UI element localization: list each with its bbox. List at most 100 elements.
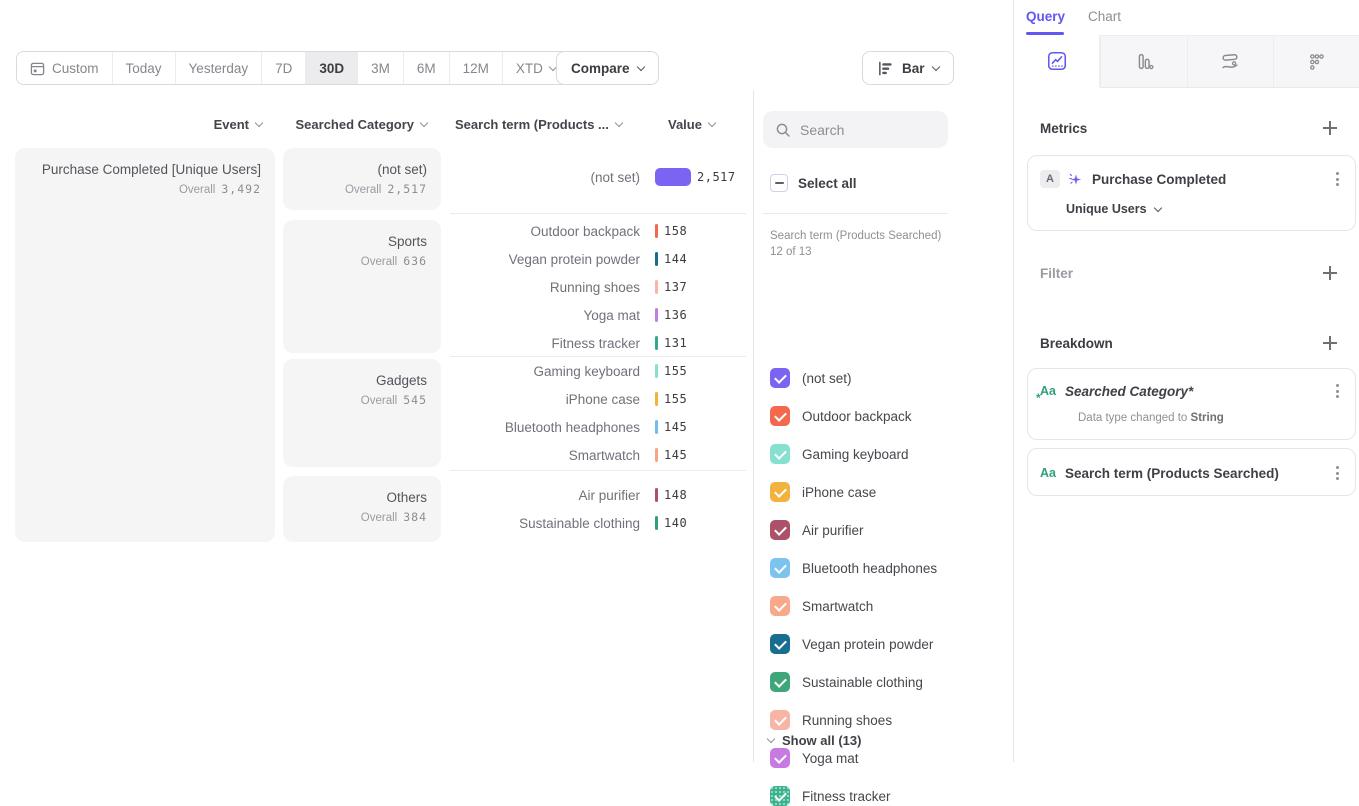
legend-checkbox[interactable] bbox=[770, 520, 790, 540]
chart-row[interactable]: Smartwatch 145 bbox=[450, 441, 746, 469]
metric-card[interactable]: A Purchase Completed Unique Users bbox=[1027, 155, 1356, 231]
date-range-7d[interactable]: 7D bbox=[261, 52, 305, 84]
breakdown-note: Data type changed to String bbox=[1078, 412, 1224, 424]
chart-row[interactable]: Outdoor backpack 158 bbox=[450, 217, 746, 245]
chevron-down-icon bbox=[420, 119, 428, 127]
value-bar[interactable] bbox=[655, 252, 658, 266]
legend-checkbox[interactable] bbox=[770, 672, 790, 692]
chevron-down-icon bbox=[931, 62, 939, 70]
legend-item[interactable]: Running shoes bbox=[770, 710, 892, 730]
select-all-row[interactable]: Select all bbox=[770, 174, 857, 192]
breakdown-name: Searched Category* bbox=[1065, 384, 1193, 399]
legend-item[interactable]: Fitness tracker bbox=[770, 786, 891, 806]
value-bar[interactable] bbox=[655, 280, 658, 294]
tab-chart[interactable]: Chart bbox=[1088, 9, 1121, 24]
date-range-today[interactable]: Today bbox=[112, 52, 175, 84]
measure-dropdown[interactable]: Unique Users bbox=[1066, 202, 1161, 216]
value-bar[interactable] bbox=[655, 308, 658, 322]
date-range-6m[interactable]: 6M bbox=[403, 52, 449, 84]
value-bar[interactable] bbox=[655, 392, 658, 406]
breakdown-heading: Breakdown bbox=[1040, 334, 1338, 352]
legend-checkbox[interactable] bbox=[770, 558, 790, 578]
legend-item[interactable]: Sustainable clothing bbox=[770, 672, 923, 692]
legend-item[interactable]: iPhone case bbox=[770, 482, 876, 502]
kebab-menu-icon[interactable] bbox=[1332, 170, 1343, 188]
metric-letter-badge: A bbox=[1040, 170, 1060, 188]
kebab-menu-icon[interactable] bbox=[1332, 464, 1343, 482]
value-bar[interactable] bbox=[655, 224, 658, 238]
legend-item[interactable]: Vegan protein powder bbox=[770, 634, 933, 654]
tab-funnels[interactable] bbox=[1100, 35, 1186, 88]
chart-row[interactable]: Sustainable clothing 140 bbox=[450, 509, 746, 537]
value-bar[interactable] bbox=[655, 168, 691, 186]
add-filter-button[interactable] bbox=[1322, 265, 1338, 281]
legend-checkbox[interactable] bbox=[770, 710, 790, 730]
legend-checkbox[interactable] bbox=[770, 634, 790, 654]
tab-retention[interactable] bbox=[1273, 35, 1359, 88]
category-cell-gadgets[interactable]: Gadgets Overall545 bbox=[283, 359, 441, 467]
chart-row[interactable]: Running shoes 137 bbox=[450, 273, 746, 301]
legend-item[interactable]: Outdoor backpack bbox=[770, 406, 912, 426]
date-range-custom[interactable]: Custom bbox=[17, 52, 112, 84]
legend-item[interactable]: Bluetooth headphones bbox=[770, 558, 937, 578]
value-bar[interactable] bbox=[655, 488, 658, 502]
date-range-3m[interactable]: 3M bbox=[357, 52, 403, 84]
add-metric-button[interactable] bbox=[1322, 120, 1338, 136]
legend-checkbox[interactable] bbox=[770, 368, 790, 388]
kebab-menu-icon[interactable] bbox=[1332, 382, 1343, 400]
filter-heading: Filter bbox=[1040, 264, 1338, 282]
tab-flows[interactable] bbox=[1187, 35, 1273, 88]
chart-type-button[interactable]: Bar bbox=[862, 51, 954, 85]
legend-checkbox[interactable] bbox=[770, 786, 790, 806]
date-range-30d[interactable]: 30D bbox=[305, 52, 357, 84]
legend-checkbox[interactable] bbox=[770, 748, 790, 768]
select-all-checkbox[interactable] bbox=[770, 174, 788, 192]
value-bar[interactable] bbox=[655, 448, 658, 462]
add-breakdown-button[interactable] bbox=[1322, 335, 1338, 351]
column-header-value[interactable]: Value bbox=[668, 117, 715, 132]
chart-row[interactable]: (not set) 2,517 bbox=[450, 163, 746, 191]
category-cell-others[interactable]: Others Overall384 bbox=[283, 476, 441, 542]
category-cell-sports[interactable]: Sports Overall636 bbox=[283, 220, 441, 353]
breakdown-name: Search term (Products Searched) bbox=[1065, 466, 1279, 481]
breakdown-card-searched-category[interactable]: Aa* Searched Category* Data type changed… bbox=[1027, 368, 1356, 440]
column-header-event[interactable]: Event bbox=[15, 117, 262, 132]
legend-item[interactable]: (not set) bbox=[770, 368, 852, 388]
legend-panel: Search Select all Search term (Products … bbox=[753, 90, 1013, 762]
column-header-searched-category[interactable]: Searched Category bbox=[283, 117, 427, 132]
date-range-yesterday[interactable]: Yesterday bbox=[175, 52, 262, 84]
date-range-12m[interactable]: 12M bbox=[449, 52, 502, 84]
event-cell[interactable]: Purchase Completed [Unique Users] Overal… bbox=[15, 148, 275, 542]
chart-row[interactable]: Fitness tracker 131 bbox=[450, 329, 746, 357]
legend-item[interactable]: Yoga mat bbox=[770, 748, 859, 768]
value-bar[interactable] bbox=[655, 420, 658, 434]
chart-row[interactable]: Vegan protein powder 144 bbox=[450, 245, 746, 273]
legend-item[interactable]: Gaming keyboard bbox=[770, 444, 909, 464]
compare-button[interactable]: Compare bbox=[556, 51, 659, 85]
show-all-button[interactable]: Show all (13) bbox=[768, 733, 861, 748]
value-bar[interactable] bbox=[655, 364, 658, 378]
funnel-bars-icon bbox=[1133, 51, 1155, 73]
category-cell-not-set[interactable]: (not set) Overall2,517 bbox=[283, 148, 441, 210]
chart-row[interactable]: iPhone case 155 bbox=[450, 385, 746, 413]
search-input[interactable]: Search bbox=[763, 111, 948, 148]
legend-item[interactable]: Smartwatch bbox=[770, 596, 873, 616]
value-bar[interactable] bbox=[655, 516, 658, 530]
breakdown-card-search-term[interactable]: Aa Search term (Products Searched) bbox=[1027, 448, 1356, 496]
event-sparkle-icon bbox=[1067, 171, 1084, 188]
legend-item[interactable]: Air purifier bbox=[770, 520, 864, 540]
chart-row[interactable]: Bluetooth headphones 145 bbox=[450, 413, 746, 441]
legend-checkbox[interactable] bbox=[770, 406, 790, 426]
chart-row[interactable]: Air purifier 148 bbox=[450, 481, 746, 509]
value-bar[interactable] bbox=[655, 336, 658, 350]
legend-checkbox[interactable] bbox=[770, 444, 790, 464]
legend-checkbox[interactable] bbox=[770, 482, 790, 502]
search-icon bbox=[775, 122, 791, 138]
column-header-search-term[interactable]: Search term (Products ... bbox=[455, 117, 622, 132]
chart-row[interactable]: Gaming keyboard 155 bbox=[450, 357, 746, 385]
legend-checkbox[interactable] bbox=[770, 596, 790, 616]
chart-row[interactable]: Yoga mat 136 bbox=[450, 301, 746, 329]
chevron-down-icon bbox=[767, 735, 775, 743]
tab-query[interactable]: Query bbox=[1026, 9, 1065, 24]
tab-insights[interactable] bbox=[1014, 35, 1100, 88]
